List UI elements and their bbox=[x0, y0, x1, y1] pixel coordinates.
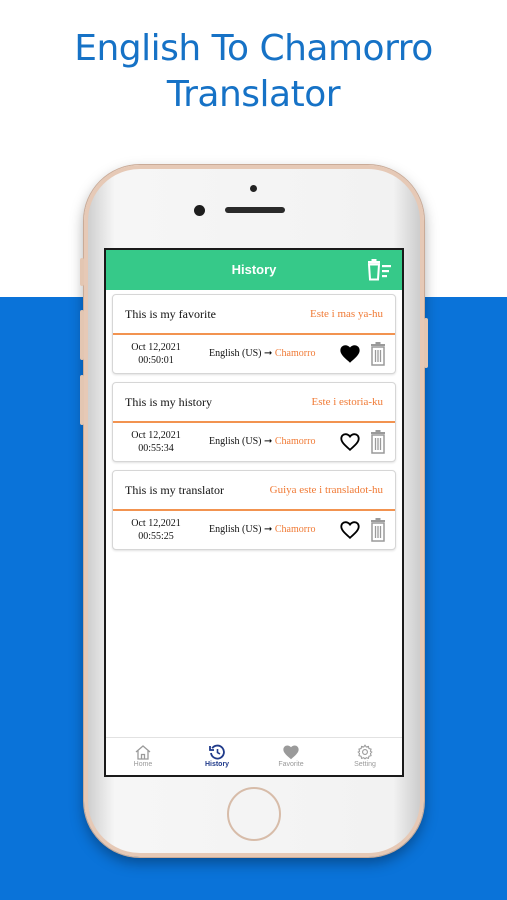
tab-label: Home bbox=[133, 761, 153, 768]
arrow-icon: ➞ bbox=[264, 436, 273, 447]
promo-title-line-2: Translator bbox=[166, 74, 341, 115]
tab-home[interactable]: Home bbox=[106, 738, 180, 775]
trash-icon[interactable] bbox=[370, 518, 386, 542]
from-language: English (US) bbox=[209, 524, 262, 535]
time-text: 00:55:34 bbox=[138, 443, 174, 454]
bottom-tab-bar: Home History Favorite Setting bbox=[106, 737, 402, 775]
gear-icon bbox=[357, 744, 373, 760]
trash-icon[interactable] bbox=[370, 430, 386, 454]
timestamp: Oct 12,2021 00:55:34 bbox=[125, 429, 187, 455]
heart-icon bbox=[283, 745, 299, 760]
timestamp: Oct 12,2021 00:55:25 bbox=[125, 517, 187, 543]
phone-speaker bbox=[225, 207, 285, 213]
card-divider bbox=[113, 509, 395, 511]
to-language: Chamorro bbox=[274, 436, 316, 447]
clear-all-icon[interactable] bbox=[366, 259, 392, 281]
source-text: This is my translator bbox=[125, 483, 224, 497]
date-text: Oct 12,2021 bbox=[131, 342, 181, 353]
trash-icon[interactable] bbox=[370, 342, 386, 366]
time-text: 00:50:01 bbox=[138, 355, 174, 366]
tab-label: Favorite bbox=[278, 761, 304, 768]
language-pair: English (US) ➞ Chamorro bbox=[209, 436, 315, 447]
translated-text: Este i mas ya-hu bbox=[309, 308, 383, 320]
heart-outline-icon[interactable] bbox=[339, 519, 361, 541]
card-divider bbox=[113, 421, 395, 423]
promo-title: English To Chamorro Translator bbox=[0, 26, 507, 118]
phone-camera bbox=[194, 205, 205, 216]
to-language: Chamorro bbox=[274, 524, 316, 535]
tab-favorite[interactable]: Favorite bbox=[254, 738, 328, 775]
phone-side-button bbox=[80, 258, 84, 286]
time-text: 00:55:25 bbox=[138, 531, 174, 542]
home-icon bbox=[135, 745, 151, 760]
tab-history[interactable]: History bbox=[180, 738, 254, 775]
from-language: English (US) bbox=[209, 436, 262, 447]
promo-title-line-1: English To Chamorro bbox=[74, 28, 433, 69]
to-language: Chamorro bbox=[274, 348, 316, 359]
history-card[interactable]: This is my translator Guiya este i trans… bbox=[112, 470, 396, 550]
phone-power-button bbox=[424, 318, 428, 368]
date-text: Oct 12,2021 bbox=[131, 518, 181, 529]
translated-text: Guiya este i transladot-hu bbox=[269, 484, 383, 496]
history-card[interactable]: This is my history Este i estoria-ku Oct… bbox=[112, 382, 396, 462]
tab-label: Setting bbox=[354, 761, 376, 768]
heart-outline-icon[interactable] bbox=[339, 431, 361, 453]
arrow-icon: ➞ bbox=[264, 348, 273, 359]
translated-text: Este i estoria-ku bbox=[311, 396, 383, 408]
language-pair: English (US) ➞ Chamorro bbox=[209, 348, 315, 359]
language-pair: English (US) ➞ Chamorro bbox=[209, 524, 315, 535]
history-card[interactable]: This is my favorite Este i mas ya-hu Oct… bbox=[112, 294, 396, 374]
timestamp: Oct 12,2021 00:50:01 bbox=[125, 341, 187, 367]
arrow-icon: ➞ bbox=[264, 524, 273, 535]
phone-volume-up bbox=[80, 310, 84, 360]
phone-home-button[interactable] bbox=[227, 787, 281, 841]
phone-volume-down bbox=[80, 375, 84, 425]
phone-sensor bbox=[250, 185, 257, 192]
app-header: History bbox=[106, 250, 402, 290]
source-text: This is my history bbox=[125, 395, 213, 409]
page-title: History bbox=[231, 262, 277, 277]
card-divider bbox=[113, 333, 395, 335]
app-screen: History This is my favorite Este i mas y… bbox=[104, 248, 404, 777]
tab-label: History bbox=[204, 761, 230, 768]
source-text: This is my favorite bbox=[125, 307, 216, 321]
date-text: Oct 12,2021 bbox=[131, 430, 181, 441]
history-icon bbox=[209, 744, 225, 760]
tab-setting[interactable]: Setting bbox=[328, 738, 402, 775]
from-language: English (US) bbox=[209, 348, 262, 359]
heart-filled-icon[interactable] bbox=[339, 343, 361, 365]
